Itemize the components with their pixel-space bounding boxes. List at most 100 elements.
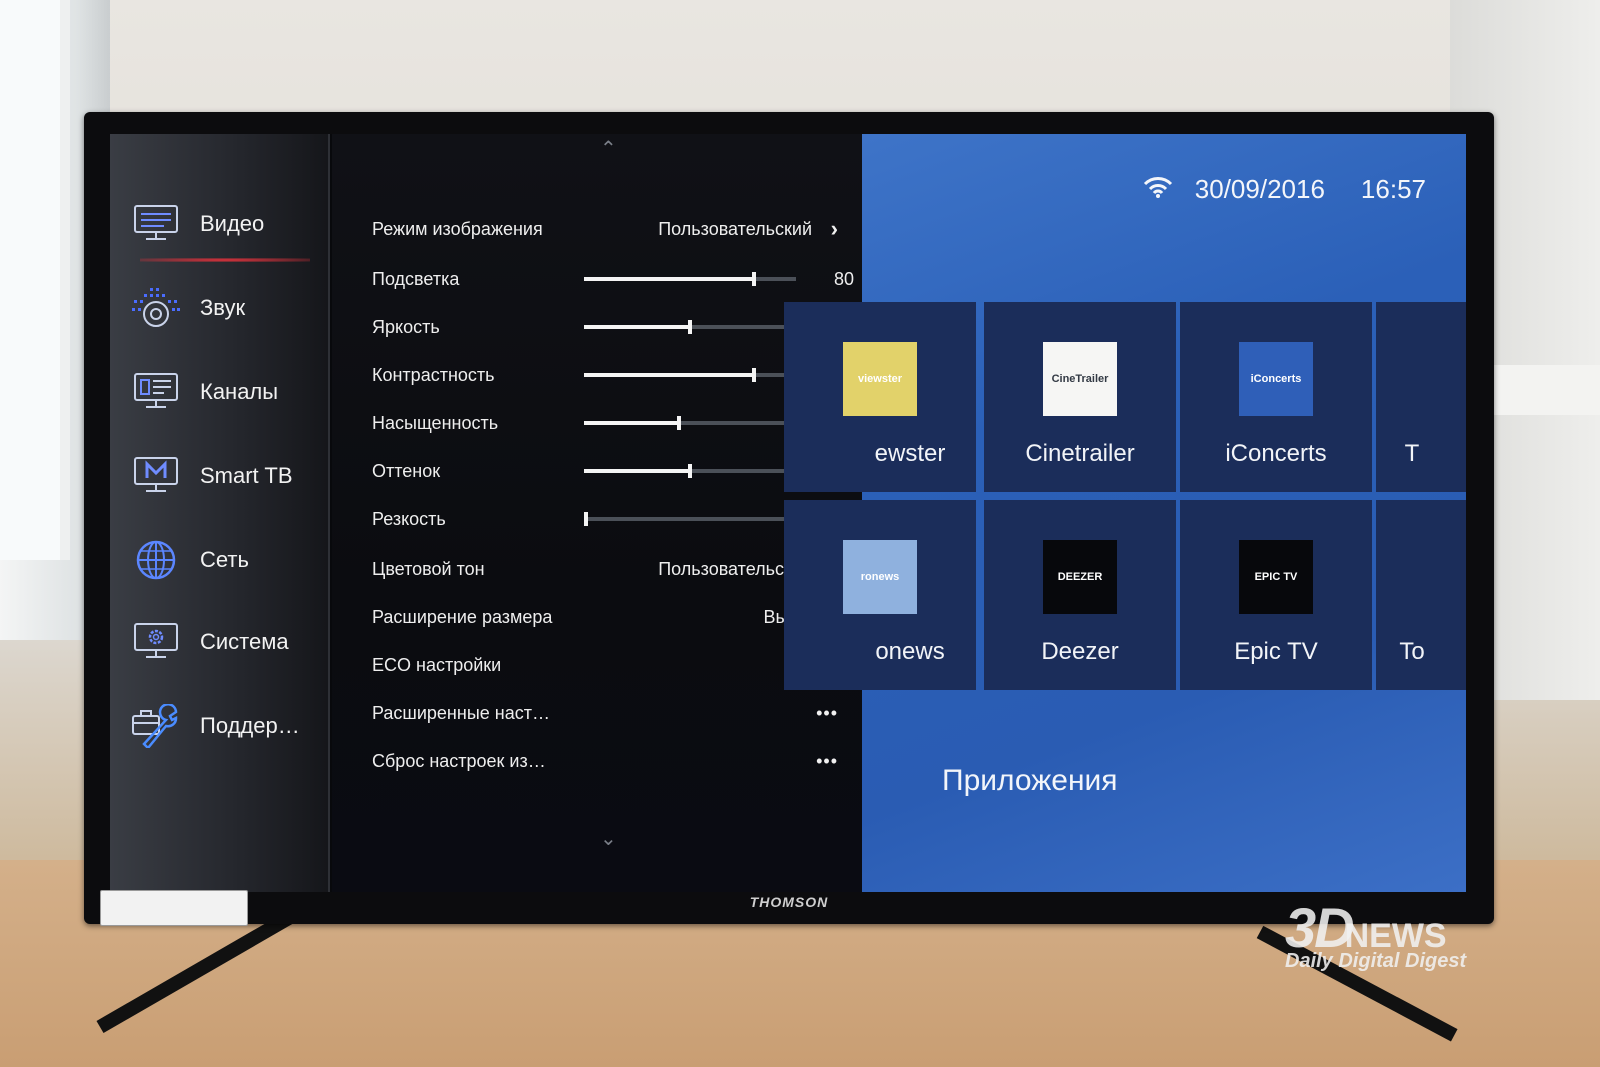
app-name: onews [875,638,945,665]
channels-monitor-icon [130,369,182,415]
setting-label: Расширенные наст… [372,702,550,723]
sidebar-item-label: Каналы [200,379,279,404]
slider-fill [584,469,690,473]
setting-eco[interactable]: ECO настройки ••• [372,650,852,680]
app-tile[interactable]: T [1376,302,1466,492]
slider-fill [584,421,680,425]
settings-category-sidebar: Видео Звук Каналы Smart TB Сеть Система … [110,134,330,892]
backlight-slider[interactable] [584,272,796,286]
status-time: 16:57 [1360,174,1426,204]
app-tile[interactable]: iConcerts iConcerts [1180,302,1372,492]
app-name: T [1404,440,1420,467]
setting-label: Режим изображения [372,218,543,239]
tv-bezel: Видео Звук Каналы Smart TB Сеть Система … [84,112,1494,924]
tv-brand-logo: THOMSON [749,894,829,910]
setting-picture-mode[interactable]: Режим изображения Пользовательский › [372,214,852,244]
sidebar-item-channels[interactable]: Каналы [130,362,330,422]
app-logo-icon [1435,342,1466,416]
setting-label: Насыщенность [372,412,499,433]
slider-handle[interactable] [751,272,756,286]
sidebar-item-label: Поддер… [200,713,300,738]
app-logo-icon: ronews [843,540,917,614]
sidebar-item-label: Smart TB [200,463,293,488]
app-name: Cinetrailer [1025,440,1135,467]
app-logo-icon: iConcerts [1239,342,1313,416]
slider-handle[interactable] [677,416,682,430]
app-logo-icon: CineTrailer [1043,342,1117,416]
app-tile[interactable]: DEEZER Deezer [984,500,1176,690]
globe-icon [130,537,182,583]
setting-label: Оттенок [372,460,441,481]
sidebar-item-sound[interactable]: Звук [130,278,330,338]
slider-fill [584,373,754,377]
slider-handle[interactable] [584,512,588,526]
app-tile[interactable]: EPIC TV Epic TV [1180,500,1372,690]
energy-label-sticker [100,890,248,926]
watermark: 3DNEWS Daily Digital Digest [1285,895,1466,973]
sharpness-slider[interactable] [584,512,796,526]
watermark-tagline: Daily Digital Digest [1285,950,1467,972]
saturation-slider[interactable] [584,416,796,430]
setting-value: Пользовательский [658,218,812,239]
sidebar-item-label: Сеть [200,547,249,572]
sidebar-item-label: Система [200,629,289,654]
app-name: iConcerts [1225,440,1327,467]
sidebar-item-video[interactable]: Видео [130,194,330,262]
slider-fill [584,325,690,329]
sidebar-item-label: Звук [200,295,246,320]
app-logo-icon [1435,540,1466,614]
app-tile[interactable]: ronews onews [784,500,976,690]
setting-aspect-expand[interactable]: Расширение размера Выкл. › [372,602,852,632]
brightness-slider[interactable] [584,320,796,334]
wifi-icon [1143,176,1173,204]
setting-label: Цветовой тон [372,558,485,579]
setting-label: Сброс настроек из… [372,750,546,771]
setting-reset[interactable]: Сброс настроек из… ••• [372,746,852,776]
setting-contrast[interactable]: Контрастность 80 [372,360,854,390]
app-logo-icon: viewster [843,342,917,416]
setting-label: Подсветка [372,268,460,289]
sound-speaker-icon [130,285,182,331]
setting-label: Расширение размера [372,606,553,627]
setting-label: Яркость [372,316,440,337]
app-tile[interactable]: viewster ewster [784,302,976,492]
video-monitor-icon [130,201,182,247]
sidebar-item-smart-tv[interactable]: Smart TB [130,446,330,506]
slider-handle[interactable] [751,368,756,382]
app-name: Epic TV [1234,638,1318,665]
hue-slider[interactable] [584,464,796,478]
section-title-apps[interactable]: Приложения [942,764,1118,798]
sidebar-item-label: Видео [200,211,265,236]
setting-advanced[interactable]: Расширенные наст… ••• [372,698,852,728]
setting-sharpness[interactable]: Резкость 0 [372,504,854,534]
sidebar-item-support[interactable]: Поддер… [130,696,330,756]
support-tools-icon [130,703,182,749]
setting-label: Резкость [372,508,446,529]
home-screen-background: 30/09/2016 16:57 viewster ewster CineTrail… [784,134,1466,892]
setting-color-tone[interactable]: Цветовой тон Пользовательский › [372,554,852,584]
window [0,0,70,560]
setting-value: 80 [833,268,854,289]
setting-brightness[interactable]: Яркость 50 [372,312,854,342]
slider-handle[interactable] [688,464,692,478]
setting-hue[interactable]: Оттенок 50 [372,456,854,486]
slider-handle[interactable] [688,320,692,334]
sidebar-item-system[interactable]: Система [130,612,330,672]
app-logo-icon: EPIC TV [1239,540,1313,614]
app-tile[interactable]: CineTrailer Cinetrailer [984,302,1176,492]
app-name: Deezer [1041,638,1119,665]
slider-fill [584,277,754,281]
scroll-up-arrow-icon[interactable]: ⌃ [600,136,617,161]
app-name: To [1399,638,1425,665]
setting-saturation[interactable]: Насыщенность 45 [372,408,854,438]
picture-settings-panel: ⌃ Режим изображения Пользовательский › П… [332,134,862,892]
system-gear-monitor-icon [130,619,182,665]
sidebar-item-network[interactable]: Сеть [130,530,330,590]
scroll-down-arrow-icon[interactable]: ⌄ [600,826,617,851]
contrast-slider[interactable] [584,368,796,382]
setting-backlight[interactable]: Подсветка 80 [372,264,854,294]
status-bar: 30/09/2016 16:57 [1143,174,1426,205]
app-logo-icon: DEEZER [1043,540,1117,614]
window-sill [1480,365,1600,415]
app-tile[interactable]: To [1376,500,1466,690]
